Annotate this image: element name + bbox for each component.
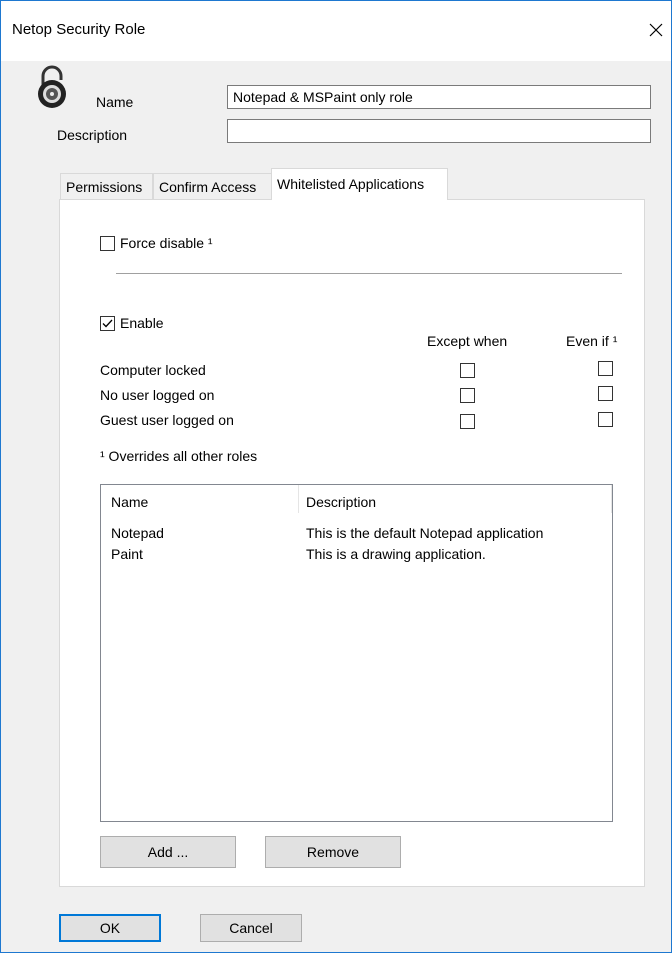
close-button[interactable]: [641, 15, 671, 45]
list-item-description: This is a drawing application.: [306, 546, 486, 562]
enable-checkbox[interactable]: [100, 316, 115, 331]
list-item[interactable]: Paint This is a drawing application.: [101, 544, 612, 564]
column-separator: [611, 485, 612, 513]
padlock-icon: [38, 65, 66, 108]
condition-label: Computer locked: [100, 362, 206, 378]
applications-list[interactable]: Name Description Notepad This is the def…: [100, 484, 613, 822]
guest-user-evenif-checkbox[interactable]: [598, 412, 613, 427]
enable-label: Enable: [120, 315, 164, 331]
separator: [116, 273, 622, 274]
column-header-name[interactable]: Name: [111, 494, 148, 510]
tab-permissions-label: Permissions: [66, 179, 143, 195]
force-disable-label: Force disable ¹: [120, 235, 213, 251]
title-bar: Netop Security Role: [1, 1, 671, 61]
list-item-name: Notepad: [111, 525, 164, 541]
close-icon: [649, 23, 663, 37]
tab-confirm-access-label: Confirm Access: [159, 179, 257, 195]
footnote: ¹ Overrides all other roles: [100, 448, 258, 464]
column-header-description[interactable]: Description: [306, 494, 376, 510]
guest-user-except-checkbox[interactable]: [460, 414, 475, 429]
add-button[interactable]: Add ...: [100, 836, 236, 868]
force-disable-checkbox[interactable]: [100, 236, 115, 251]
remove-button[interactable]: Remove: [265, 836, 401, 868]
computer-locked-evenif-checkbox[interactable]: [598, 361, 613, 376]
name-label: Name: [96, 94, 134, 110]
no-user-except-checkbox[interactable]: [460, 388, 475, 403]
description-input[interactable]: [227, 119, 651, 143]
cancel-button[interactable]: Cancel: [200, 914, 302, 942]
tab-whitelisted-applications-label: Whitelisted Applications: [277, 176, 425, 192]
name-input[interactable]: Notepad & MSPaint only role: [227, 85, 651, 109]
condition-label: Guest user logged on: [100, 412, 234, 428]
condition-label: No user logged on: [100, 387, 215, 403]
except-when-header: Except when: [427, 333, 508, 349]
no-user-evenif-checkbox[interactable]: [598, 386, 613, 401]
tab-whitelisted-applications[interactable]: Whitelisted Applications: [271, 168, 448, 200]
checkmark-icon: [102, 319, 113, 328]
ok-button[interactable]: OK: [59, 914, 161, 942]
tab-permissions[interactable]: Permissions: [60, 173, 153, 199]
even-if-header: Even if ¹: [566, 333, 618, 349]
dialog-window: Netop Security Role Name Notepad & MSPai…: [0, 0, 672, 953]
list-item-description: This is the default Notepad application: [306, 525, 544, 541]
computer-locked-except-checkbox[interactable]: [460, 363, 475, 378]
list-item-name: Paint: [111, 546, 143, 562]
list-item[interactable]: Notepad This is the default Notepad appl…: [101, 523, 612, 543]
column-separator: [298, 485, 299, 513]
description-label: Description: [57, 127, 128, 143]
window-title: Netop Security Role: [12, 21, 146, 38]
tab-confirm-access[interactable]: Confirm Access: [153, 173, 272, 199]
